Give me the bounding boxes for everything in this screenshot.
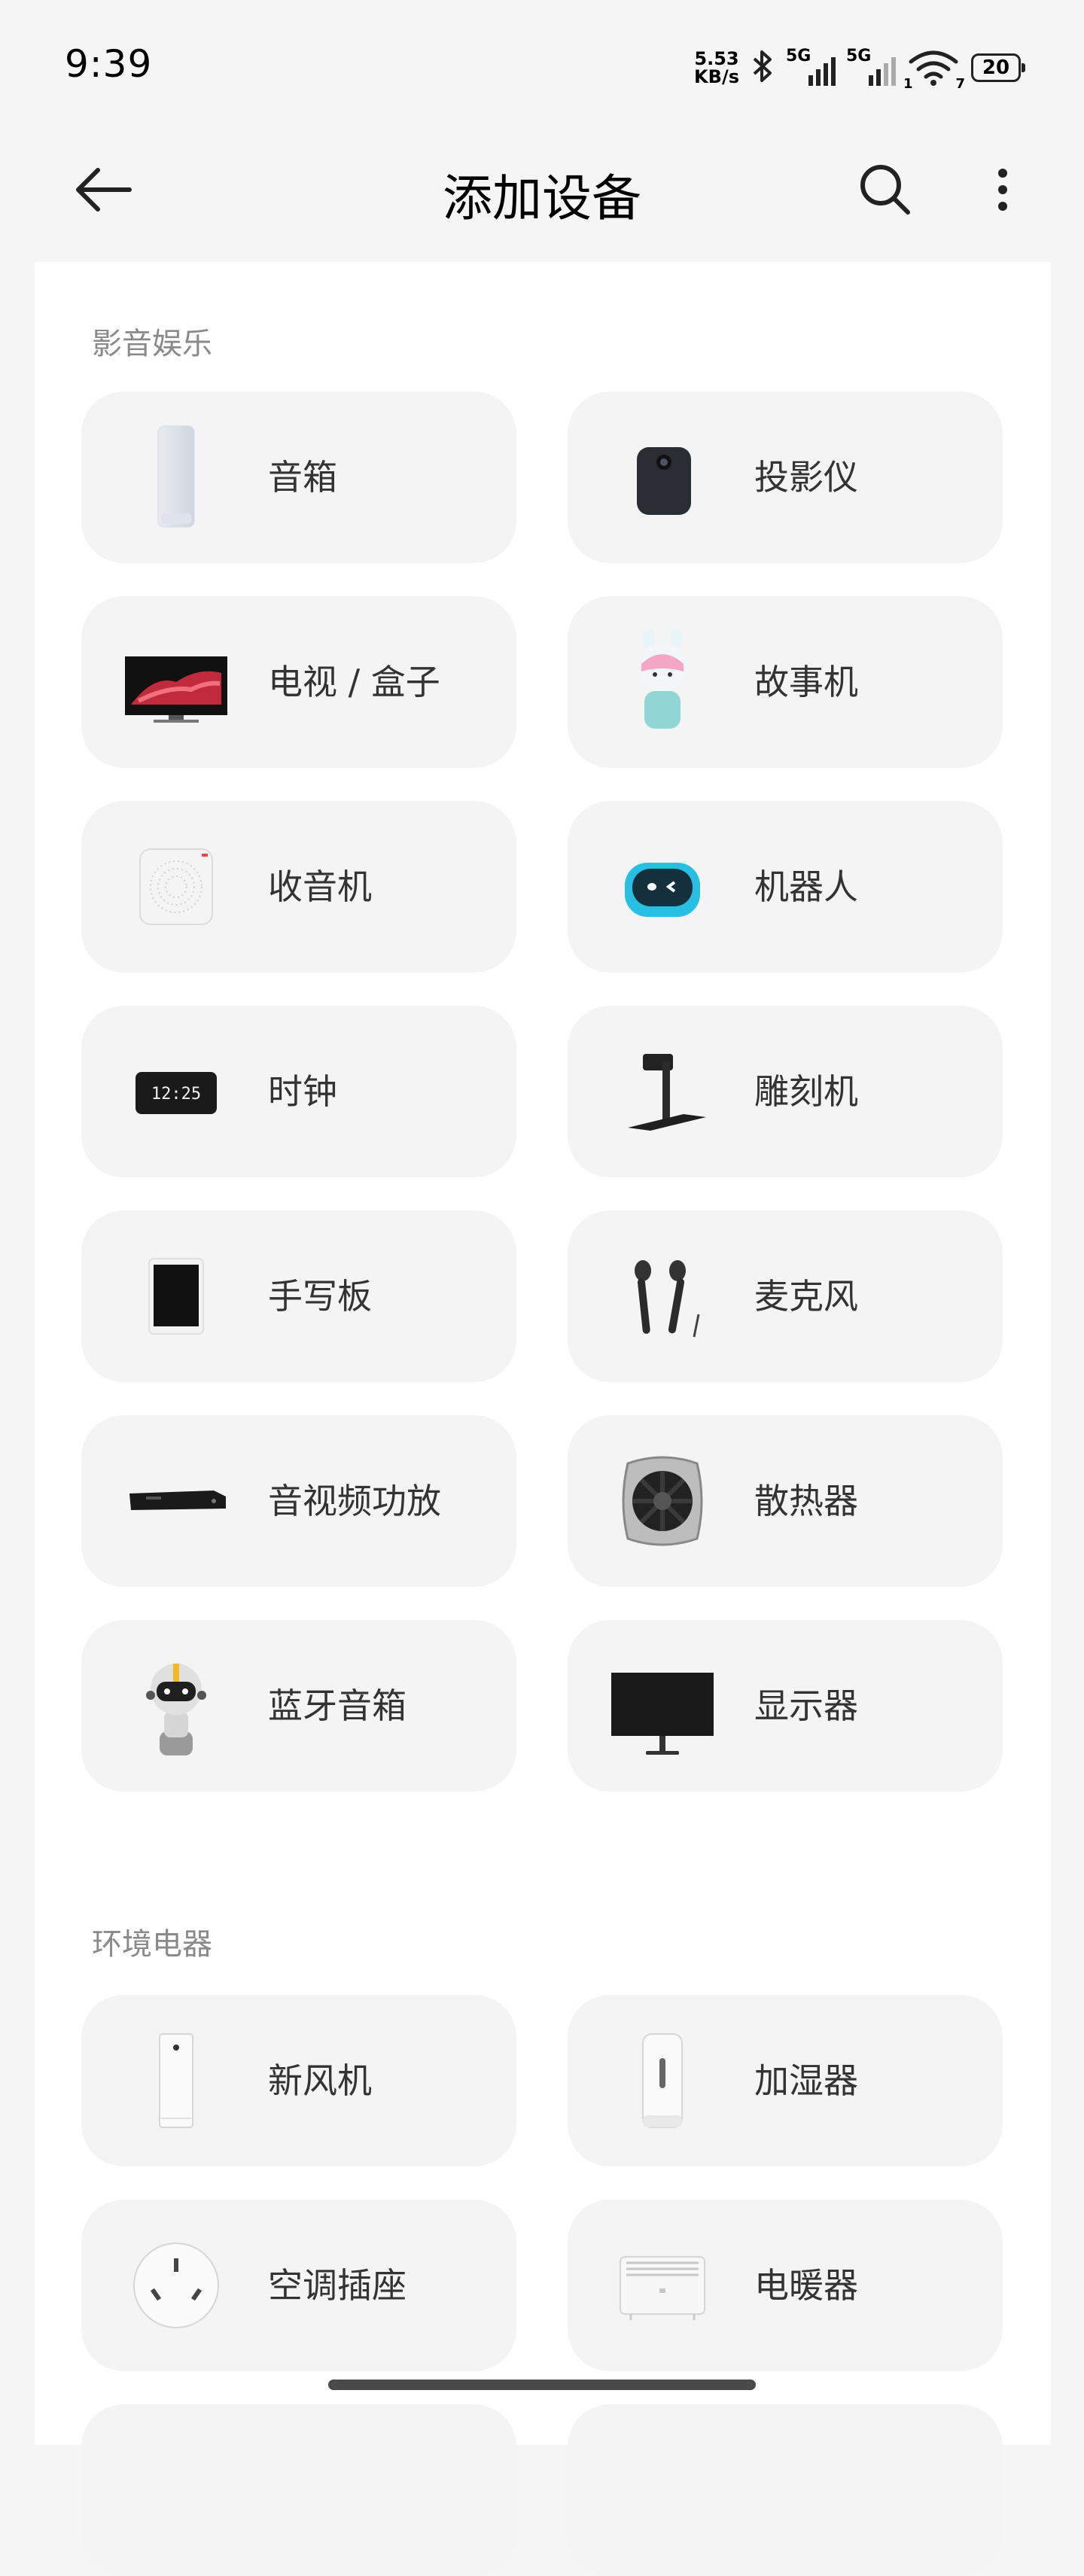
status-time: 9:39 bbox=[65, 42, 153, 86]
fresh-air-icon bbox=[123, 2028, 229, 2133]
battery-icon: 20 bbox=[971, 53, 1025, 82]
section-title-environment: 环境电器 bbox=[92, 1927, 212, 1962]
device-tile-tv[interactable]: 电视 / 盒子 bbox=[81, 596, 516, 768]
search-button[interactable] bbox=[855, 160, 915, 220]
device-tile-tablet[interactable]: 手写板 bbox=[81, 1210, 516, 1382]
svg-text:12:25: 12:25 bbox=[151, 1085, 201, 1104]
device-label: 时钟 bbox=[268, 1071, 337, 1112]
status-icons: 5.53 KB/s 5G 5G 1 7 20 bbox=[694, 47, 1025, 92]
network-speed: 5.53 KB/s bbox=[694, 50, 739, 86]
more-options-button[interactable] bbox=[979, 160, 1027, 220]
signal-sim1-icon: 5G bbox=[786, 47, 836, 86]
device-label: 收音机 bbox=[268, 866, 372, 907]
device-label: 机器人 bbox=[754, 866, 858, 907]
network-speed-unit: KB/s bbox=[694, 66, 739, 87]
device-label: 蓝牙音箱 bbox=[268, 1685, 406, 1726]
home-indicator[interactable] bbox=[328, 2380, 756, 2390]
device-label: 加湿器 bbox=[754, 2060, 858, 2101]
humidifier-icon bbox=[610, 2028, 715, 2133]
device-tile-partial[interactable] bbox=[81, 2404, 516, 2576]
search-icon bbox=[860, 165, 910, 215]
device-label: 故事机 bbox=[754, 662, 858, 702]
smart-speaker-icon bbox=[123, 425, 229, 530]
device-tile-bluetooth-speaker[interactable]: 蓝牙音箱 bbox=[81, 1620, 516, 1792]
device-label: 手写板 bbox=[268, 1276, 372, 1317]
device-tile-amplifier[interactable]: 音视频功放 bbox=[81, 1415, 516, 1587]
device-tile-monitor[interactable]: 显示器 bbox=[568, 1620, 1003, 1792]
device-label: 显示器 bbox=[754, 1685, 858, 1726]
device-tile-ac-socket[interactable]: 空调插座 bbox=[81, 2200, 516, 2371]
device-tile-robot[interactable]: 机器人 bbox=[568, 801, 1003, 973]
device-tile-clock[interactable]: 12:25 时钟 bbox=[81, 1006, 516, 1177]
status-bar: 9:39 5.53 KB/s 5G 5G 1 7 20 bbox=[0, 0, 1084, 128]
device-tile-partial[interactable] bbox=[568, 2404, 1003, 2576]
wifi-icon: 1 7 bbox=[903, 48, 965, 92]
app-header: 添加设备 bbox=[0, 128, 1084, 248]
device-tile-fresh-air[interactable]: 新风机 bbox=[81, 1995, 516, 2166]
device-label: 麦克风 bbox=[754, 1276, 858, 1317]
device-tile-humidifier[interactable]: 加湿器 bbox=[568, 1995, 1003, 2166]
page-title: 添加设备 bbox=[443, 169, 641, 227]
device-tile-projector[interactable]: 投影仪 bbox=[568, 391, 1003, 563]
story-machine-icon bbox=[610, 629, 715, 735]
battery-level: 20 bbox=[982, 56, 1010, 79]
robot-icon bbox=[610, 834, 715, 939]
tablet-icon bbox=[123, 1244, 229, 1349]
wifi-sub-label-left: 1 bbox=[903, 76, 913, 92]
device-tile-cooler[interactable]: 散热器 bbox=[568, 1415, 1003, 1587]
device-label: 电暖器 bbox=[754, 2265, 858, 2306]
device-tile-heater[interactable]: 电暖器 bbox=[568, 2200, 1003, 2371]
amplifier-icon bbox=[123, 1448, 229, 1554]
sim2-network-label: 5G bbox=[846, 47, 872, 65]
device-label: 新风机 bbox=[268, 2060, 372, 2101]
device-tile-microphone[interactable]: 麦克风 bbox=[568, 1210, 1003, 1382]
section-title-av: 影音娱乐 bbox=[92, 327, 212, 361]
clock-icon: 12:25 bbox=[123, 1039, 229, 1144]
bluetooth-speaker-icon bbox=[123, 1653, 229, 1758]
device-label: 音视频功放 bbox=[268, 1481, 441, 1521]
device-label: 雕刻机 bbox=[754, 1071, 858, 1112]
heater-icon bbox=[610, 2233, 715, 2338]
device-tile-radio[interactable]: 收音机 bbox=[81, 801, 516, 973]
bluetooth-icon bbox=[750, 49, 775, 87]
device-tile-engraver[interactable]: 雕刻机 bbox=[568, 1006, 1003, 1177]
engraver-icon bbox=[610, 1039, 715, 1144]
device-tile-story-machine[interactable]: 故事机 bbox=[568, 596, 1003, 768]
ac-socket-icon bbox=[123, 2233, 229, 2338]
microphone-icon bbox=[610, 1244, 715, 1349]
wifi-sub-label-right: 7 bbox=[955, 76, 965, 92]
radio-icon bbox=[123, 834, 229, 939]
device-tile-speaker[interactable]: 音箱 bbox=[81, 391, 516, 563]
signal-sim2-icon: 5G bbox=[846, 47, 896, 86]
more-vertical-icon bbox=[998, 169, 1007, 211]
monitor-icon bbox=[610, 1653, 715, 1758]
network-speed-value: 5.53 bbox=[694, 48, 739, 69]
device-label: 音箱 bbox=[268, 457, 337, 498]
cooler-icon bbox=[610, 1448, 715, 1554]
device-label: 投影仪 bbox=[754, 457, 858, 498]
device-label: 空调插座 bbox=[268, 2265, 406, 2306]
tv-icon bbox=[123, 629, 229, 735]
device-label: 散热器 bbox=[754, 1481, 858, 1521]
device-category-card: 影音娱乐 音箱 投影仪 电视 / 盒子 故事机 收音机 机器人 12:25 时钟… bbox=[35, 262, 1051, 2576]
device-label: 电视 / 盒子 bbox=[268, 662, 440, 702]
sim1-network-label: 5G bbox=[786, 47, 811, 65]
projector-icon bbox=[610, 425, 715, 530]
